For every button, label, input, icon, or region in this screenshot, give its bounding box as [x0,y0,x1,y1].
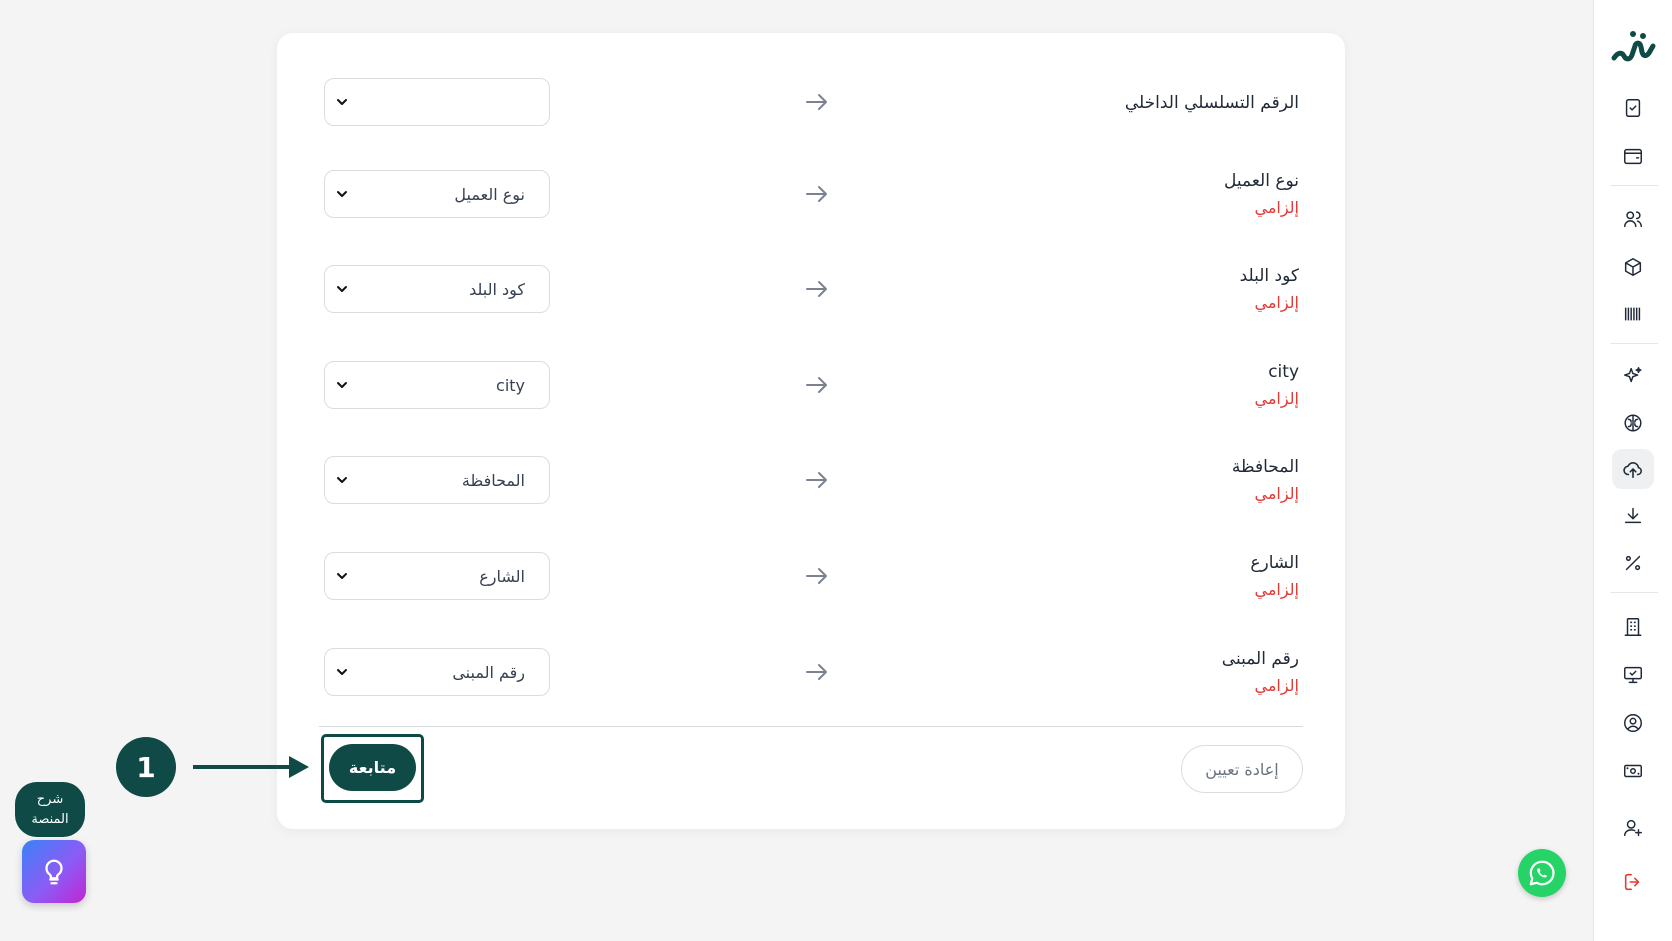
required-badge: إلزامي [1254,198,1300,217]
required-badge: إلزامي [1254,580,1300,599]
select-value: المحافظة [461,470,525,490]
mapping-row: city إلزامي city [277,361,1345,431]
step-badge: 1 [116,737,176,797]
help-line1: شرح [36,791,64,807]
platform-guide-bubble[interactable]: شرح المنصة [15,782,85,837]
chevron-down-icon [337,477,347,483]
whatsapp-button[interactable] [1518,849,1566,897]
chevron-down-icon [337,191,347,197]
percent-icon[interactable] [1612,543,1654,583]
select-value: نوع العميل [454,184,525,204]
lightbulb-icon [45,859,63,884]
field-label: city إلزامي [1255,359,1300,413]
select-value: رقم المبنى [452,662,525,682]
users-icon[interactable] [1612,199,1654,239]
field-label: الرقم التسلسلي الداخلي [1125,90,1299,116]
field-name: نوع العميل [1224,171,1299,191]
arrow-right-icon [806,568,827,584]
mapping-row: رقم المبنى إلزامي رقم المبنى [277,648,1345,718]
mapping-row: كود البلد إلزامي كود البلد [277,265,1345,335]
monitor-icon[interactable] [1612,655,1654,695]
cloud-upload-icon[interactable] [1612,449,1654,489]
chevron-down-icon [337,573,347,579]
column-select[interactable]: المحافظة [324,456,550,504]
field-label: رقم المبنى إلزامي [1222,646,1299,700]
arrow-right-icon [806,94,827,110]
select-value: كود البلد [469,279,525,299]
field-label: الشارع إلزامي [1250,550,1299,604]
required-badge: إلزامي [1254,484,1300,503]
required-badge: إلزامي [1254,389,1300,408]
chevron-down-icon [337,669,347,675]
arrow-right-icon [806,664,827,680]
divider [319,726,1303,727]
continue-button[interactable]: متابعة [329,744,416,791]
cash-icon[interactable] [1612,751,1654,791]
mapping-row: نوع العميل إلزامي نوع العميل [277,170,1345,240]
mapping-row: الشارع إلزامي الشارع [277,552,1345,622]
column-select[interactable]: نوع العميل [324,170,550,218]
column-select[interactable]: رقم المبنى [324,648,550,696]
chevron-down-icon [337,382,347,388]
arrow-right-icon [806,186,827,202]
logout-icon[interactable] [1612,862,1654,902]
lightbulb-button[interactable] [22,840,86,903]
column-select[interactable]: city [324,361,550,409]
sparkles-icon[interactable] [1612,356,1654,396]
reset-button[interactable]: إعادة تعيين [1181,745,1303,793]
required-badge: إلزامي [1254,293,1300,312]
chevron-down-icon [337,99,347,105]
column-select[interactable]: الشارع [324,552,550,600]
arrow-right-icon [806,472,827,488]
help-line2: المنصة [31,811,69,827]
building-icon[interactable] [1612,607,1654,647]
download-icon[interactable] [1612,496,1654,536]
mapping-row: المحافظة إلزامي المحافظة [277,456,1345,526]
field-name: الرقم التسلسلي الداخلي [1124,93,1299,113]
chevron-down-icon [337,286,347,292]
wallet-icon[interactable] [1612,136,1654,176]
pointer-arrow-icon [193,756,309,778]
package-icon[interactable] [1612,247,1654,287]
field-name: المحافظة [1231,457,1299,477]
field-name: كود البلد [1239,266,1299,286]
arrow-right-icon [806,281,827,297]
sidebar [1593,0,1672,941]
tasks-icon[interactable] [1612,88,1654,128]
field-name: city [1268,362,1299,382]
column-select[interactable] [324,78,550,126]
logo[interactable] [1608,22,1658,72]
field-name: الشارع [1250,553,1299,573]
field-name: رقم المبنى [1221,649,1299,669]
field-label: نوع العميل إلزامي [1224,168,1299,222]
barcode-icon[interactable] [1612,294,1654,334]
whatsapp-icon [1529,860,1555,886]
user-plus-icon[interactable] [1612,808,1654,848]
arrow-right-icon [806,377,827,393]
select-value: الشارع [479,566,525,586]
brain-icon[interactable] [1612,403,1654,443]
user-circle-icon[interactable] [1612,703,1654,743]
column-select[interactable]: كود البلد [324,265,550,313]
mapping-row: الرقم التسلسلي الداخلي [277,78,1345,148]
field-label: كود البلد إلزامي [1240,263,1299,317]
field-label: المحافظة إلزامي [1232,454,1299,508]
field-mapping-card: الرقم التسلسلي الداخلي نوع العميل إلزامي… [277,33,1345,829]
required-badge: إلزامي [1254,676,1300,695]
select-value: city [496,375,525,395]
